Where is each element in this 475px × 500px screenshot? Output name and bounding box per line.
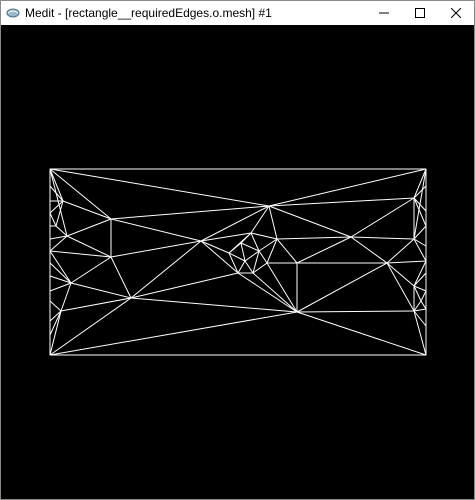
close-button[interactable]	[438, 1, 474, 25]
mesh-viewport[interactable]	[1, 25, 474, 499]
minimize-button[interactable]	[366, 1, 402, 25]
window-title: Medit - [rectangle__requiredEdges.o.mesh…	[25, 6, 272, 20]
close-icon	[451, 8, 461, 18]
maximize-button[interactable]	[402, 1, 438, 25]
medit-logo-icon	[5, 5, 21, 21]
minimize-icon	[379, 12, 389, 14]
window-controls	[366, 1, 474, 25]
title-bar[interactable]: Medit - [rectangle__requiredEdges.o.mesh…	[1, 1, 474, 25]
maximize-icon	[415, 8, 425, 18]
mesh-wireframe	[49, 168, 427, 356]
medit-window: Medit - [rectangle__requiredEdges.o.mesh…	[0, 0, 475, 500]
mesh-boundary	[49, 168, 427, 356]
